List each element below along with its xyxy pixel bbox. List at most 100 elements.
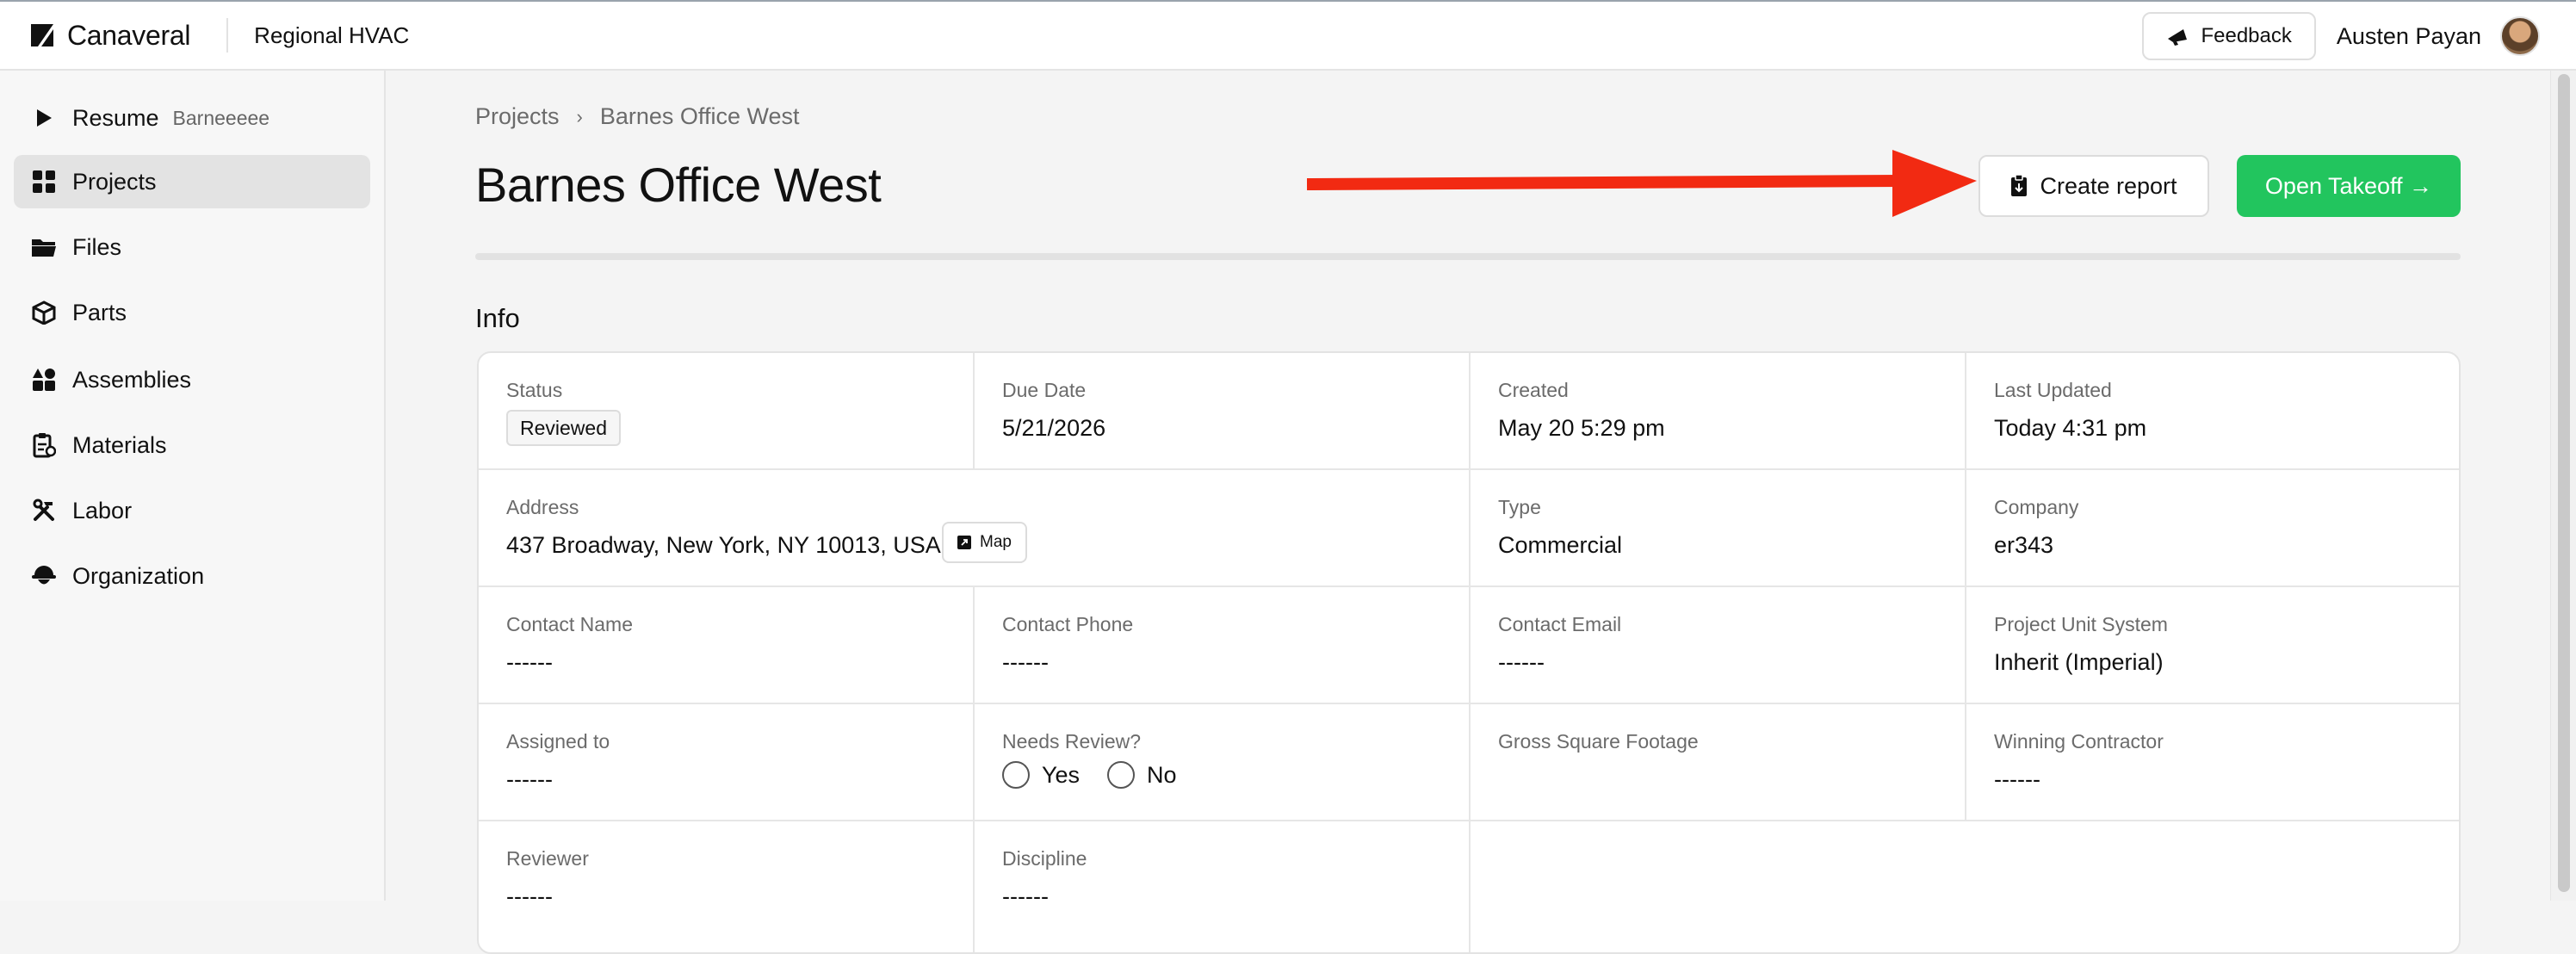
clipboard-icon: [31, 432, 57, 458]
unit-system-cell[interactable]: Project Unit System Inherit (Imperial): [1966, 587, 2459, 703]
type-label: Type: [1498, 496, 1541, 518]
sidebar-item-parts[interactable]: Parts: [14, 286, 370, 339]
sidebar-item-label: Materials: [72, 431, 167, 458]
sidebar-item-label: Parts: [72, 299, 127, 325]
org-switcher[interactable]: Regional HVAC: [254, 22, 409, 49]
feedback-label: Feedback: [2201, 24, 2292, 47]
contact-phone-label: Contact Phone: [1002, 613, 1134, 635]
map-button[interactable]: Map: [942, 522, 1027, 563]
clipboard-icon: [2011, 175, 2028, 196]
contact-name-label: Contact Name: [506, 613, 634, 635]
due-date-label: Due Date: [1002, 379, 1087, 401]
contact-name-cell[interactable]: Contact Name ------: [479, 587, 973, 703]
created-label: Created: [1498, 379, 1569, 401]
last-updated-label: Last Updated: [1994, 379, 2112, 401]
hardhat-icon: [31, 563, 57, 589]
assigned-to-value: ------: [506, 766, 553, 792]
breadcrumb: Projects › Barnes Office West: [475, 103, 799, 130]
canaveral-logo-icon: [31, 24, 53, 46]
user-name[interactable]: Austen Payan: [2337, 23, 2481, 50]
assigned-to-cell[interactable]: Assigned to ------: [479, 704, 973, 820]
discipline-label: Discipline: [1002, 847, 1087, 870]
address-label: Address: [506, 496, 579, 518]
scrollbar[interactable]: [2550, 71, 2576, 901]
sidebar-item-projects[interactable]: Projects: [14, 155, 370, 208]
header-divider: [226, 18, 229, 53]
scrollbar-thumb[interactable]: [2558, 74, 2570, 892]
sidebar-item-assemblies[interactable]: Assemblies: [14, 353, 370, 406]
yes-label[interactable]: Yes: [1042, 762, 1080, 789]
resume-project-name: Barneeeee: [172, 106, 270, 129]
contact-email-label: Contact Email: [1498, 613, 1622, 635]
top-bar: Canaveral Regional HVAC Feedback Austen …: [0, 0, 2576, 71]
app-name: Canaveral: [67, 19, 191, 51]
breadcrumb-projects-link[interactable]: Projects: [475, 103, 560, 130]
gross-sqft-cell[interactable]: Gross Square Footage: [1471, 704, 1965, 820]
type-value: Commercial: [1498, 532, 1623, 558]
winning-contractor-cell[interactable]: Winning Contractor ------: [1966, 704, 2459, 820]
contact-phone-cell[interactable]: Contact Phone ------: [975, 587, 1469, 703]
status-label: Status: [506, 379, 563, 401]
contact-phone-value: ------: [1002, 649, 1049, 675]
info-section-title: Info: [475, 303, 520, 333]
chevron-right-icon: ›: [576, 105, 583, 127]
play-icon: [31, 105, 57, 131]
due-date-cell[interactable]: Due Date 5/21/2026: [975, 353, 1469, 468]
shapes-icon: [31, 367, 57, 393]
address-cell[interactable]: Address 437 Broadway, New York, NY 10013…: [479, 470, 1469, 585]
annotation-arrow: [1307, 150, 1977, 217]
open-takeoff-button[interactable]: Open Takeoff →: [2237, 155, 2461, 217]
needs-review-cell: Needs Review? Yes No: [975, 704, 1469, 820]
sidebar-item-labor[interactable]: Labor: [14, 484, 370, 537]
sidebar-item-label: Organization: [72, 562, 205, 589]
external-link-icon: [957, 536, 971, 549]
needs-review-yes-radio[interactable]: [1002, 761, 1030, 789]
create-report-button[interactable]: Create report: [1978, 155, 2209, 217]
discipline-value: ------: [1002, 883, 1049, 909]
sidebar-item-materials[interactable]: Materials: [14, 418, 370, 472]
company-cell[interactable]: Company er343: [1966, 470, 2459, 585]
breadcrumb-current: Barnes Office West: [599, 103, 800, 129]
gross-sqft-label: Gross Square Footage: [1498, 730, 1699, 753]
reviewer-label: Reviewer: [506, 847, 589, 870]
box-icon: [31, 300, 57, 325]
no-label[interactable]: No: [1147, 762, 1177, 789]
avatar[interactable]: [2500, 16, 2540, 56]
winning-contractor-value: ------: [1994, 766, 2040, 792]
created-cell: Created May 20 5:29 pm: [1471, 353, 1965, 468]
created-value: May 20 5:29 pm: [1498, 415, 1665, 441]
section-divider: [475, 253, 2461, 260]
winning-contractor-label: Winning Contractor: [1994, 730, 2164, 753]
sidebar-item-organization[interactable]: Organization: [14, 549, 370, 603]
sidebar-item-files[interactable]: Files: [14, 220, 370, 274]
due-date-value: 5/21/2026: [1002, 415, 1106, 441]
needs-review-radio-group: Yes No: [1002, 761, 1204, 789]
grid-icon: [31, 169, 57, 195]
sidebar-item-label: Labor: [72, 497, 133, 523]
tools-icon: [31, 498, 57, 523]
brand[interactable]: Canaveral: [29, 20, 190, 52]
megaphone-icon: [2168, 29, 2188, 46]
contact-name-value: ------: [506, 649, 553, 675]
page-title: Barnes Office West: [475, 158, 882, 212]
needs-review-no-radio[interactable]: [1107, 761, 1136, 789]
reviewer-cell[interactable]: Reviewer ------: [479, 821, 973, 952]
needs-review-label: Needs Review?: [1002, 730, 1142, 753]
create-report-label: Create report: [2040, 172, 2177, 199]
unit-system-value: Inherit (Imperial): [1994, 649, 2164, 675]
sidebar-item-label: Projects: [72, 168, 157, 195]
type-cell[interactable]: Type Commercial: [1471, 470, 1965, 585]
contact-email-cell[interactable]: Contact Email ------: [1471, 587, 1965, 703]
discipline-cell[interactable]: Discipline ------: [975, 821, 1469, 952]
sidebar-item-label: Files: [72, 233, 122, 260]
folder-icon: [31, 234, 57, 260]
unit-system-label: Project Unit System: [1994, 613, 2168, 635]
status-badge: Reviewed: [506, 410, 621, 446]
last-updated-cell: Last Updated Today 4:31 pm: [1966, 353, 2459, 468]
main-content: Projects › Barnes Office West Barnes Off…: [387, 71, 2550, 954]
sidebar: Resume Barneeeee Projects Files Parts As…: [0, 71, 386, 901]
sidebar-item-resume[interactable]: Resume Barneeeee: [14, 91, 370, 145]
feedback-button[interactable]: Feedback: [2142, 12, 2316, 60]
company-label: Company: [1994, 496, 2079, 518]
reviewer-value: ------: [506, 883, 553, 909]
